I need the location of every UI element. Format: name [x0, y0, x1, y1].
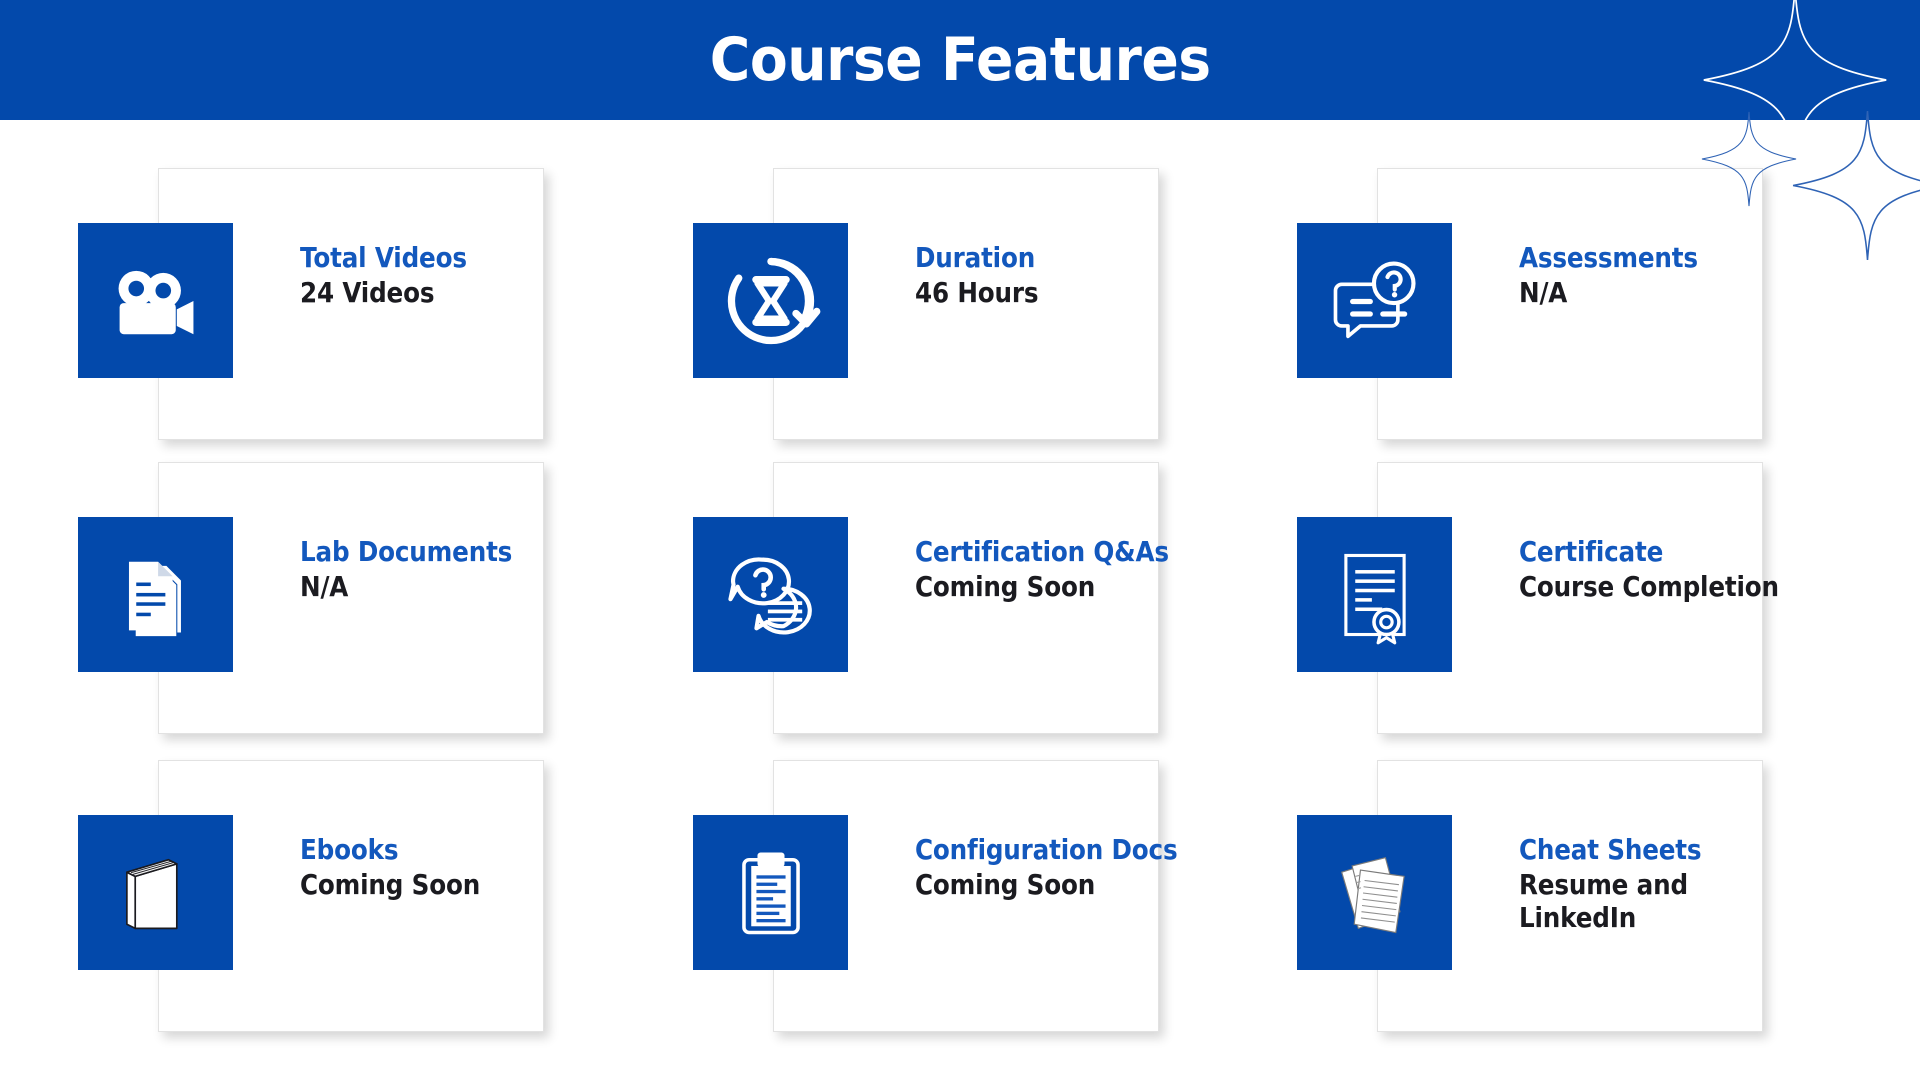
card-value: Resume and LinkedIn: [1519, 868, 1688, 935]
card-title: Ebooks: [300, 833, 399, 866]
card-text-block: Configuration Docs Coming Soon: [915, 834, 1245, 902]
card-title: Cheat Sheets: [1519, 833, 1702, 866]
card-text-block: Ebooks Coming Soon: [300, 834, 630, 902]
feature-card-grid: Total Videos 24 Videos Duration 46 Hours: [0, 120, 1920, 1080]
paper-sheets-icon: [1297, 815, 1452, 970]
card-title: Lab Documents: [300, 535, 513, 568]
card-value: Coming Soon: [915, 570, 1096, 604]
card-text-block: Assessments N/A: [1519, 242, 1849, 310]
card-value: Coming Soon: [300, 868, 481, 902]
hourglass-clock-icon: [693, 223, 848, 378]
page-header: Course Features: [0, 0, 1920, 120]
card-title: Configuration Docs: [915, 833, 1178, 866]
page-title-text: Course Features: [709, 25, 1211, 95]
card-text-block: Total Videos 24 Videos: [300, 242, 630, 310]
card-text-block: Certification Q&As Coming Soon: [915, 536, 1245, 604]
card-title: Certification Q&As: [915, 535, 1169, 568]
document-question-icon: [1297, 223, 1452, 378]
card-text-block: Duration 46 Hours: [915, 242, 1245, 310]
card-value: Coming Soon: [915, 868, 1096, 902]
book-icon: [78, 815, 233, 970]
card-text-block: Lab Documents N/A: [300, 536, 630, 604]
certificate-seal-icon: [1297, 517, 1452, 672]
card-value: 24 Videos: [300, 276, 435, 310]
speech-bubbles-icon: [693, 517, 848, 672]
video-camera-icon: [78, 223, 233, 378]
page-title: Course Features: [0, 30, 1920, 90]
card-value: N/A: [1519, 276, 1568, 310]
card-text-block: Cheat Sheets Resume and LinkedIn: [1519, 834, 1849, 935]
card-title: Assessments: [1519, 241, 1698, 274]
stacked-documents-icon: [78, 517, 233, 672]
card-value: Course Completion: [1519, 570, 1779, 604]
card-title: Total Videos: [300, 241, 467, 274]
card-text-block: Certificate Course Completion: [1519, 536, 1849, 604]
clipboard-icon: [693, 815, 848, 970]
card-title: Duration: [915, 241, 1036, 274]
card-value: 46 Hours: [915, 276, 1039, 310]
card-value: N/A: [300, 570, 349, 604]
card-title: Certificate: [1519, 535, 1664, 568]
